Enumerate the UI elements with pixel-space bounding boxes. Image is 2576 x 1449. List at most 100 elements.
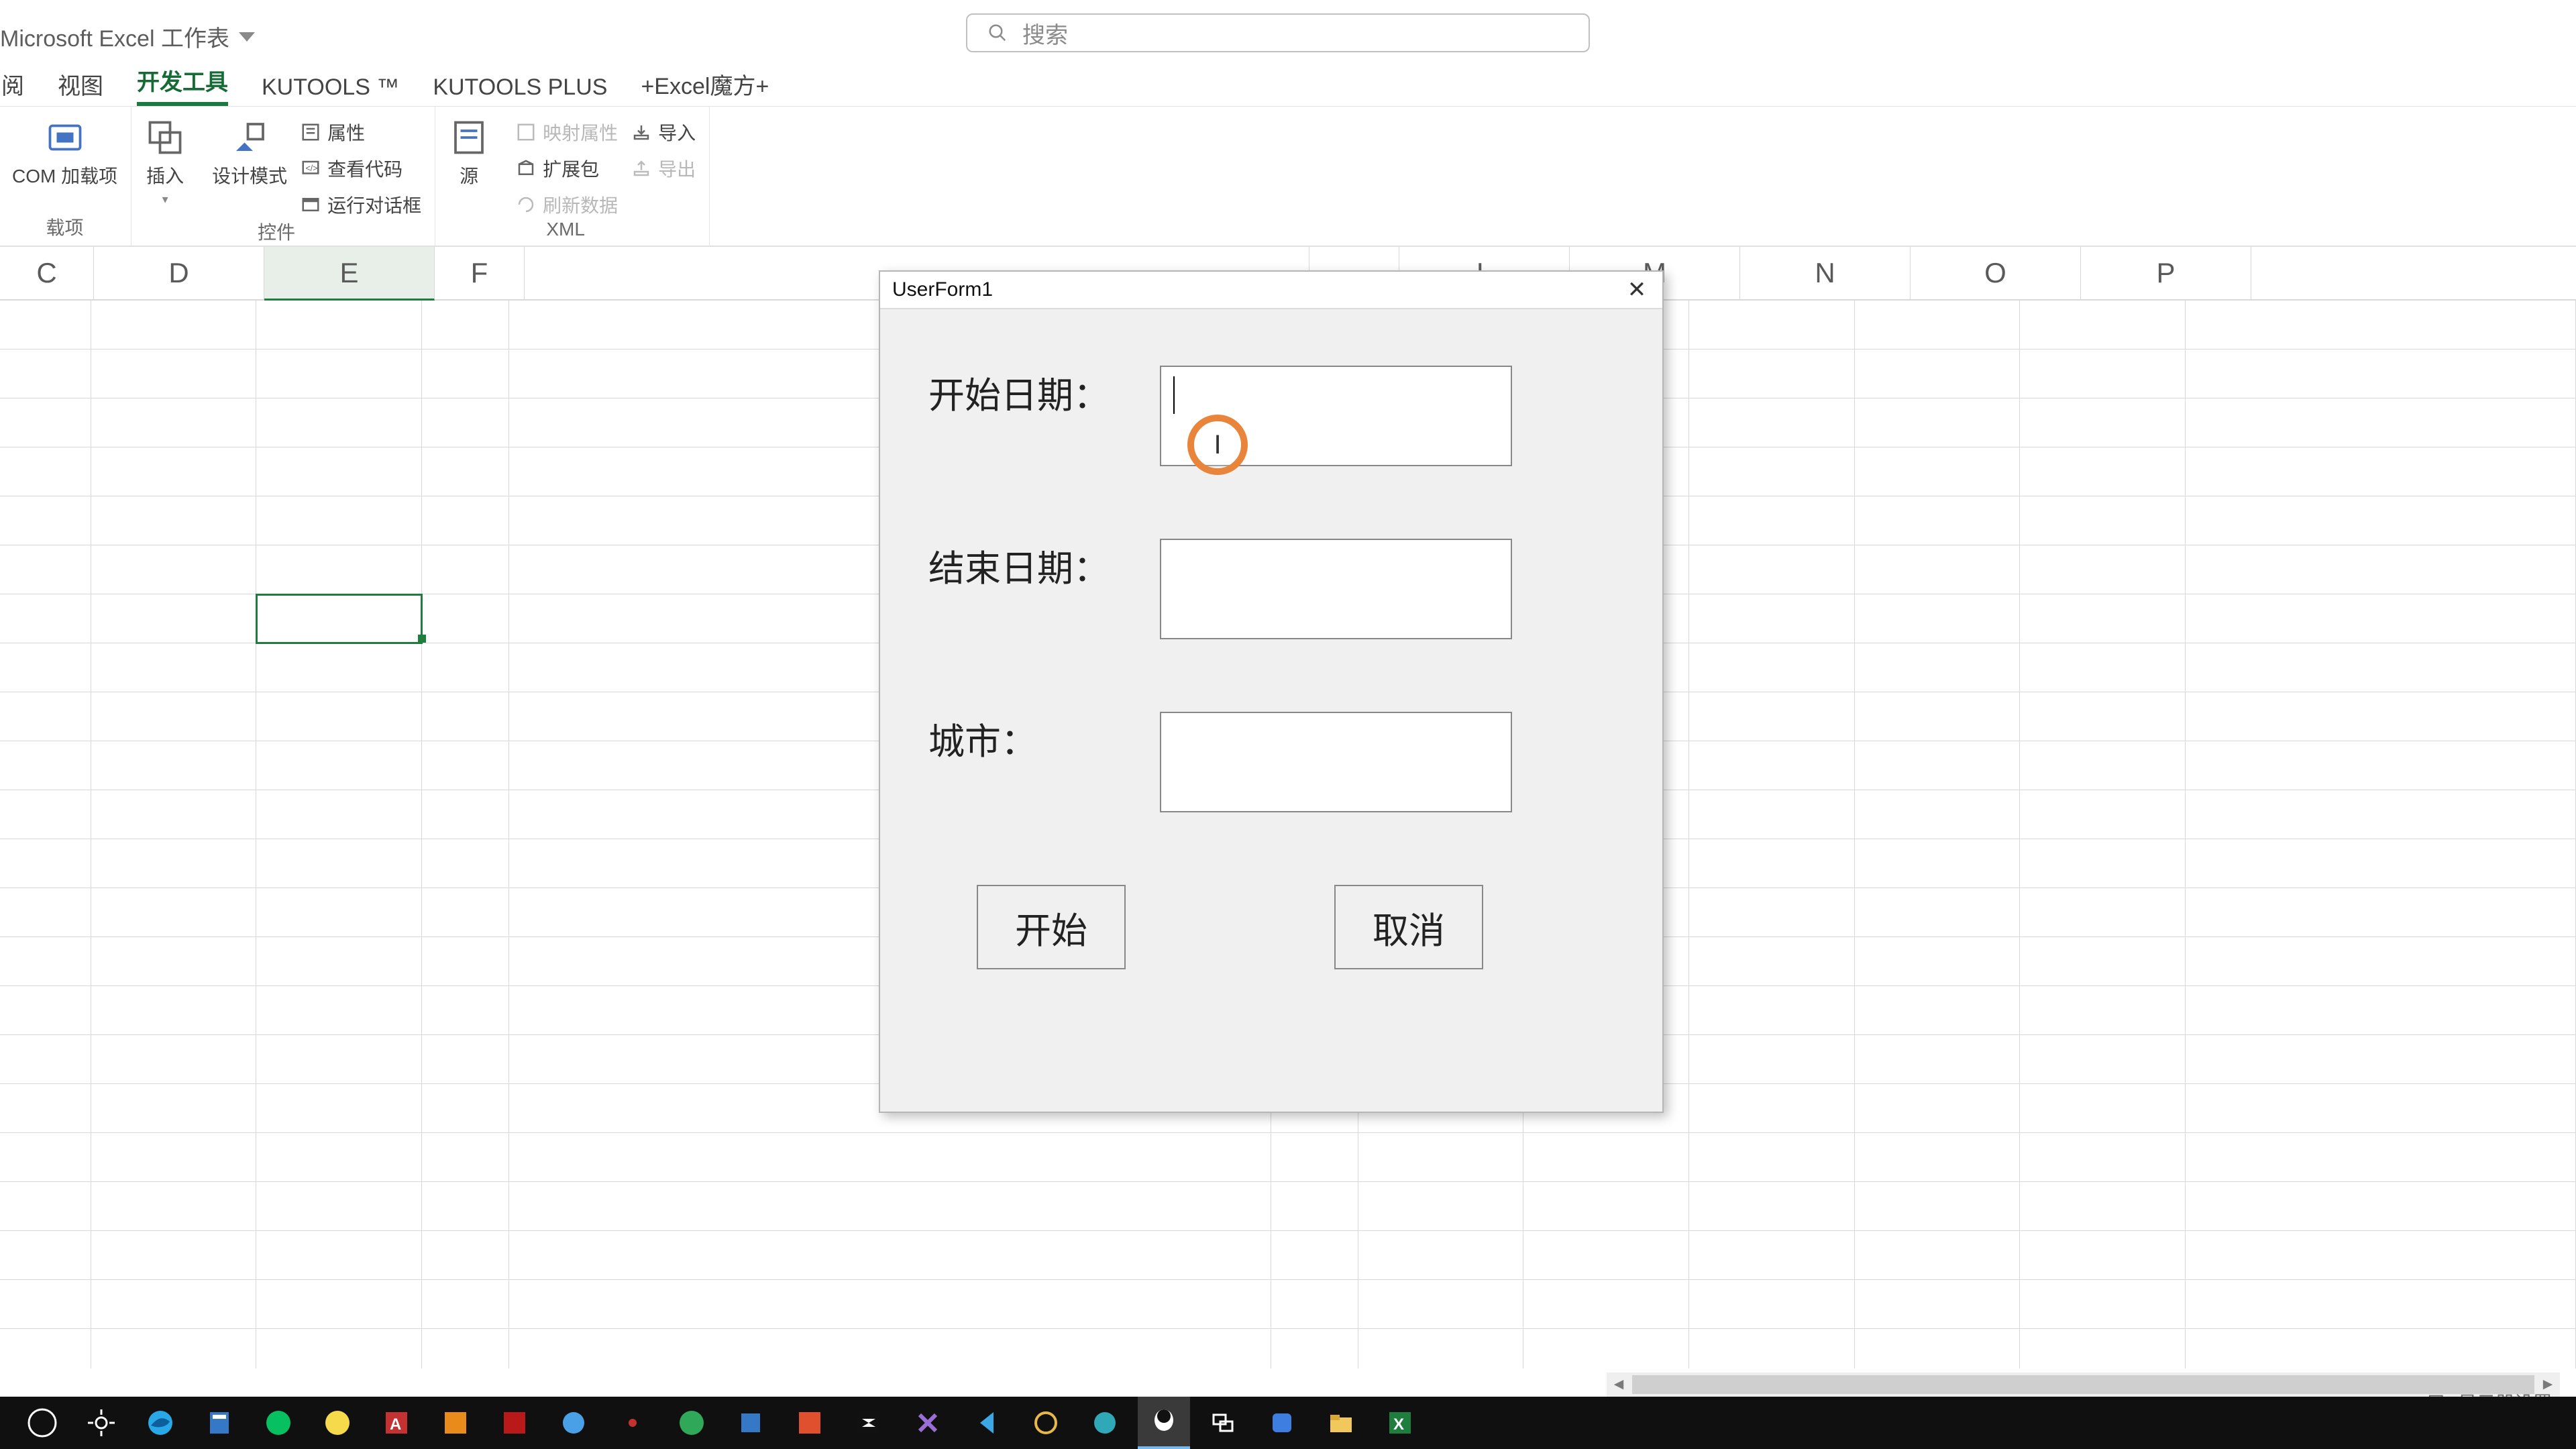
cell[interactable] (0, 643, 91, 692)
cell[interactable] (256, 1133, 422, 1182)
cell[interactable] (2186, 545, 2576, 594)
cell[interactable] (2020, 741, 2186, 790)
cell[interactable] (2020, 1329, 2186, 1368)
cell[interactable] (0, 594, 91, 643)
taskbar-excel-icon[interactable]: X (1374, 1397, 1426, 1449)
input-end-date[interactable] (1160, 539, 1512, 639)
cell[interactable] (91, 1231, 257, 1280)
col-header[interactable]: O (1911, 247, 2081, 301)
cell[interactable] (422, 1182, 509, 1231)
taskbar-app-orange-icon[interactable] (429, 1397, 482, 1449)
cell[interactable] (2020, 398, 2186, 447)
cell[interactable] (0, 692, 91, 741)
cell[interactable] (256, 1084, 422, 1133)
cell[interactable] (256, 496, 422, 545)
cell[interactable] (1271, 1182, 1358, 1231)
cell[interactable] (1855, 594, 2021, 643)
properties-button[interactable]: 属性 (301, 119, 421, 146)
cell[interactable] (91, 937, 257, 986)
cell[interactable] (1523, 1280, 1689, 1329)
cell[interactable] (0, 447, 91, 496)
cell[interactable] (422, 741, 509, 790)
taskbar-autocad-icon[interactable]: A (370, 1397, 423, 1449)
cell[interactable] (91, 643, 257, 692)
cell[interactable] (1689, 1084, 1855, 1133)
design-mode-button[interactable]: 设计模式 (212, 113, 287, 189)
tab-excelmf[interactable]: +Excel魔方+ (641, 68, 769, 106)
expansion-pack-button[interactable]: 扩展包 (516, 155, 618, 182)
cell[interactable] (1523, 1329, 1689, 1368)
close-button[interactable]: ✕ (1621, 275, 1653, 305)
cell[interactable] (1855, 350, 2021, 398)
taskbar-app-blue-icon[interactable] (547, 1397, 600, 1449)
cell[interactable] (1689, 643, 1855, 692)
cell[interactable] (1271, 1231, 1358, 1280)
cell[interactable] (91, 301, 257, 350)
cell[interactable] (256, 1182, 422, 1231)
cell[interactable] (2186, 1329, 2576, 1368)
taskbar-app-yellow-icon[interactable] (311, 1397, 364, 1449)
cell[interactable] (422, 301, 509, 350)
tab-review[interactable]: 阅 (1, 68, 24, 106)
cell[interactable] (1855, 1035, 2021, 1084)
cell[interactable] (256, 301, 422, 350)
cell[interactable] (2186, 888, 2576, 937)
cell[interactable] (422, 692, 509, 741)
taskbar-wtorch-icon[interactable] (252, 1397, 305, 1449)
cell[interactable] (1855, 496, 2021, 545)
cell[interactable] (2186, 643, 2576, 692)
cell[interactable] (509, 1329, 1271, 1368)
cell[interactable] (2020, 594, 2186, 643)
cell[interactable] (2186, 1280, 2576, 1329)
cell[interactable] (1689, 1329, 1855, 1368)
cell[interactable] (256, 545, 422, 594)
cell[interactable] (1855, 937, 2021, 986)
col-header[interactable]: C (0, 247, 94, 301)
cell[interactable] (422, 937, 509, 986)
cell[interactable] (0, 350, 91, 398)
cell[interactable] (2020, 643, 2186, 692)
cell[interactable] (0, 790, 91, 839)
cell[interactable] (256, 1035, 422, 1084)
cell[interactable] (0, 398, 91, 447)
cell[interactable] (1271, 1133, 1358, 1182)
cell[interactable] (422, 1280, 509, 1329)
taskbar-app-window-icon[interactable] (724, 1397, 777, 1449)
cell[interactable] (256, 1231, 422, 1280)
cell[interactable] (1689, 1231, 1855, 1280)
taskbar-qq-icon[interactable] (1138, 1397, 1190, 1449)
cell[interactable] (1358, 1280, 1524, 1329)
cell[interactable] (1523, 1231, 1689, 1280)
cell[interactable] (256, 839, 422, 888)
taskbar-settings-icon[interactable] (75, 1397, 127, 1449)
cell[interactable] (91, 790, 257, 839)
cell[interactable] (1855, 986, 2021, 1035)
search-box[interactable]: 搜索 (966, 13, 1590, 52)
cell[interactable] (1689, 496, 1855, 545)
cell[interactable] (422, 594, 509, 643)
cell[interactable] (1689, 692, 1855, 741)
cell[interactable] (256, 350, 422, 398)
cell[interactable] (0, 1280, 91, 1329)
cell[interactable] (1689, 1133, 1855, 1182)
cell[interactable] (1271, 1280, 1358, 1329)
cell[interactable] (0, 1035, 91, 1084)
cell[interactable] (1855, 1084, 2021, 1133)
cell[interactable] (2186, 937, 2576, 986)
taskbar-app-ring-icon[interactable] (1020, 1397, 1072, 1449)
title-dropdown-icon[interactable] (239, 32, 255, 42)
cell[interactable] (1358, 1329, 1524, 1368)
cell[interactable] (1855, 301, 2021, 350)
cell[interactable] (0, 741, 91, 790)
cell[interactable] (256, 790, 422, 839)
cell[interactable] (2020, 790, 2186, 839)
cell[interactable] (91, 398, 257, 447)
cell[interactable] (422, 643, 509, 692)
cell[interactable] (91, 1133, 257, 1182)
cell[interactable] (256, 741, 422, 790)
cell[interactable] (509, 1133, 1271, 1182)
cell[interactable] (422, 350, 509, 398)
taskbar-vs-icon[interactable] (902, 1397, 954, 1449)
cell[interactable] (1855, 1280, 2021, 1329)
cell[interactable] (2186, 692, 2576, 741)
